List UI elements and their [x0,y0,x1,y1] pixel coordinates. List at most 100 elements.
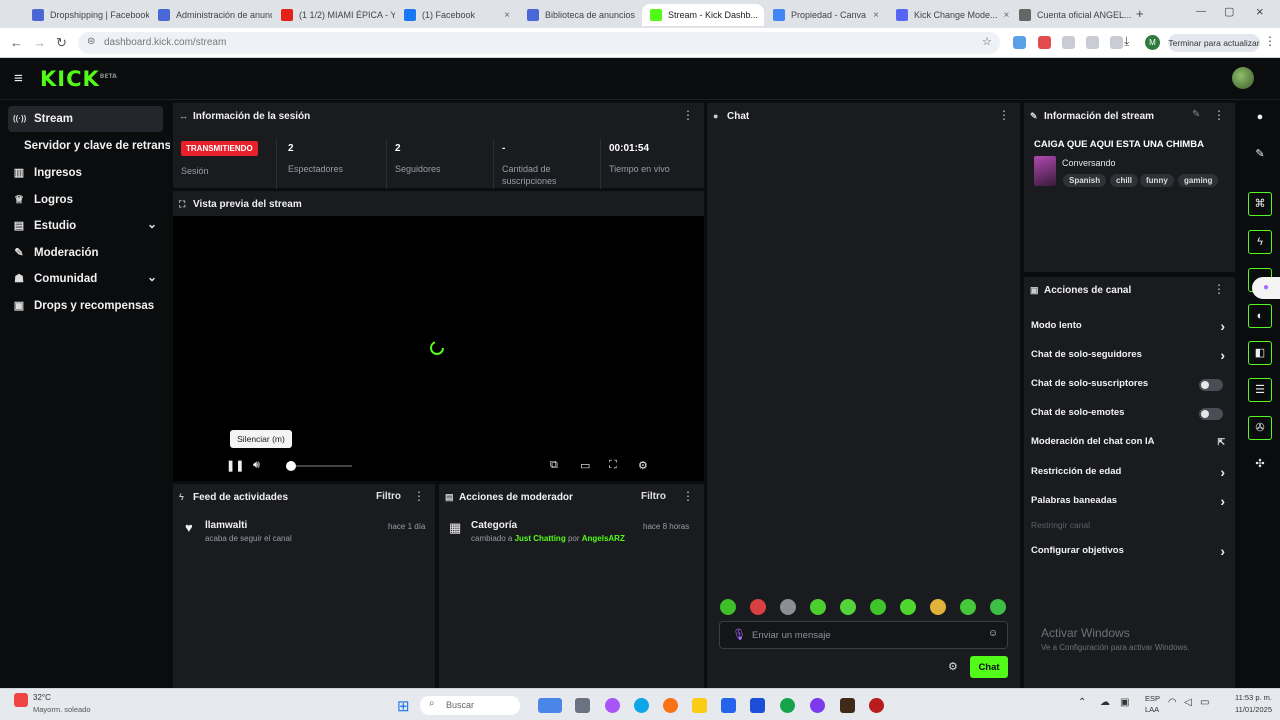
chat-settings-icon[interactable]: ⚙ [948,660,958,673]
site-info-icon[interactable]: ⊜ [87,36,95,47]
browser-menu-icon[interactable]: ⋮ [1264,34,1276,48]
kebab-menu-icon[interactable]: ⋮ [998,109,1010,121]
emote-icon[interactable] [810,599,826,615]
close-tab-icon[interactable]: × [873,10,879,21]
browser-tab-active[interactable]: Stream - Kick Dashb...× [642,4,764,26]
sidebar-item-stream[interactable]: ((·)) Stream [8,106,163,132]
emotes-only-toggle[interactable] [1199,408,1223,420]
kebab-menu-icon[interactable]: ⋮ [413,490,425,502]
kick-logo[interactable]: KICKBETA [40,67,117,91]
app-icon[interactable] [869,698,884,713]
profile-avatar-icon[interactable]: M [1145,35,1160,50]
browser-tab[interactable]: Biblioteca de anuncios× [519,4,641,26]
edit-pencil-icon[interactable]: ✎ [1248,143,1272,167]
tray-icon[interactable]: ▣ [1120,697,1129,708]
action-slow-mode[interactable]: Modo lento › [1031,318,1231,340]
record-dot-icon[interactable]: ● [1248,106,1272,130]
bolt-icon[interactable]: ϟ [1248,230,1272,254]
clock-date[interactable]: 11/01/2025 [1228,705,1272,714]
bookmark-star-icon[interactable]: ☆ [982,35,992,48]
battery-icon[interactable]: ▭ [1200,697,1209,708]
extension-icon[interactable] [1038,36,1051,49]
clock-time[interactable]: 11:53 p. m. [1228,693,1272,702]
split-icon[interactable]: ◧ [1248,341,1272,365]
action-configure-goals[interactable]: Configurar objetivos › [1031,543,1231,565]
sidebar-item-server-key[interactable]: Servidor y clave de retransm [8,133,170,159]
add-widget-icon[interactable]: ✣ [1248,453,1272,477]
emote-icon[interactable] [870,599,886,615]
chat-send-button[interactable]: Chat [970,656,1008,678]
emoji-picker-icon[interactable]: ☺ [988,628,998,639]
update-browser-button[interactable]: Terminar para actualizar [1168,34,1260,52]
edit-pencil-icon[interactable]: ✎ [1192,109,1200,120]
close-tab-icon[interactable]: × [504,10,510,21]
maximize-icon[interactable]: ▢ [1224,5,1234,18]
reload-icon[interactable]: ↻ [56,35,67,51]
wifi-icon[interactable]: ◠ [1168,697,1177,708]
user-avatar[interactable] [1232,67,1254,89]
browser-tab[interactable]: Propiedad - Canva × [765,4,887,26]
tag-chip[interactable]: chill [1110,174,1139,187]
store-icon[interactable] [721,698,736,713]
kebab-menu-icon[interactable]: ⋮ [1213,109,1225,121]
emote-icon[interactable] [990,599,1006,615]
emote-icon[interactable] [780,599,796,615]
weather-icon[interactable] [14,693,28,707]
volume-icon[interactable]: ◁ [1184,697,1192,708]
edge-icon[interactable] [634,698,649,713]
game-icon[interactable] [840,698,855,713]
action-banned-words[interactable]: Palabras baneadas › [1031,493,1231,515]
forward-icon[interactable]: → [33,35,46,50]
emote-icon[interactable] [960,599,976,615]
browser-tab[interactable]: Dropshipping | Facebook× [24,4,149,26]
sidebar-item-estudio[interactable]: ▤ Estudio ⌄ [8,213,163,239]
minimize-icon[interactable]: — [1196,6,1206,17]
pause-icon[interactable]: ❚❚ [226,459,244,472]
raid-icon[interactable]: ⌘ [1248,192,1272,216]
browser-tab[interactable]: Administración de anuncios× [150,4,272,26]
kebab-menu-icon[interactable]: ⋮ [682,490,694,502]
theater-mode-icon[interactable]: ▭ [580,459,590,472]
firefox-icon[interactable] [663,698,678,713]
subscribers-only-toggle[interactable] [1199,379,1223,391]
browser-tab[interactable]: Kick Change Mode... × [888,4,1010,26]
tray-icon[interactable]: ☁ [1100,697,1110,708]
word-icon[interactable] [750,698,765,713]
taskbar-app-icon[interactable] [538,698,562,713]
action-age-restriction[interactable]: Restricción de edad › [1031,464,1231,486]
back-icon[interactable]: ← [10,35,23,50]
sidebar-item-moderacion[interactable]: ✎ Moderación [8,240,163,266]
file-explorer-icon[interactable] [692,698,707,713]
messenger-icon[interactable] [810,698,825,713]
popout-icon[interactable]: ⧉ [550,459,558,472]
emote-icon[interactable] [720,599,736,615]
microphone-icon[interactable]: 🎙︎ [732,628,746,641]
volume-handle[interactable] [286,461,296,471]
wrench-icon[interactable]: ✇ [1248,416,1272,440]
sidebar-item-comunidad[interactable]: ☗ Comunidad ⌄ [8,266,163,292]
tag-chip[interactable]: gaming [1178,174,1219,187]
chat-input[interactable]: 🎙︎ Enviar un mensaje ☺ [719,621,1008,649]
tag-chip[interactable]: funny [1140,174,1174,187]
extension-icon[interactable] [1062,36,1075,49]
sidebar-item-ingresos[interactable]: ▥ Ingresos [8,160,163,186]
emote-icon[interactable] [900,599,916,615]
emote-icon[interactable] [840,599,856,615]
sidebar-item-drops[interactable]: ▣ Drops y recompensas [8,293,163,319]
chrome-icon[interactable] [780,698,795,713]
copilot-icon[interactable] [605,698,620,713]
extension-icon[interactable] [1013,36,1026,49]
kebab-menu-icon[interactable]: ⋮ [1213,283,1225,295]
tab-search-icon[interactable] [1110,36,1123,49]
emote-icon[interactable] [930,599,946,615]
task-view-icon[interactable] [575,698,590,713]
tray-chevron-up-icon[interactable]: ⌃ [1078,697,1086,708]
settings-gear-icon[interactable]: ⚙ [638,459,648,472]
browser-tab[interactable]: (1 1/2) MIAMI ÉPICA - YouTube× [273,4,395,26]
layers-icon[interactable]: ☰ [1248,378,1272,402]
taskbar-search[interactable]: ⌕ Buscar [420,696,520,715]
chat-bubble-icon[interactable]: ◐ [1248,304,1272,328]
action-ai-moderation[interactable]: Moderación del chat con IA ⇱ [1031,436,1231,456]
sidebar-item-logros[interactable]: ♕ Logros [8,187,163,213]
extensions-puzzle-icon[interactable] [1086,36,1099,49]
